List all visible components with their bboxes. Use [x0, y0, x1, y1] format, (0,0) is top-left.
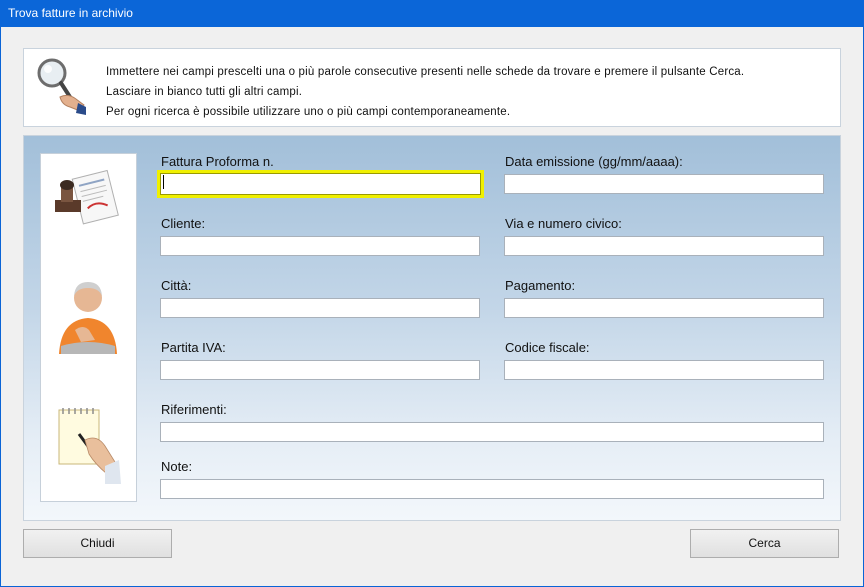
note-input[interactable]: [160, 479, 824, 499]
window-title: Trova fatture in archivio: [8, 6, 133, 20]
person-avatar-icon: [59, 282, 117, 354]
instructions-text: Immettere nei campi prescelti una o più …: [106, 62, 744, 122]
partita-iva-label: Partita IVA:: [161, 340, 226, 355]
codice-fiscale-input[interactable]: [504, 360, 824, 380]
info-panel: Immettere nei campi prescelti una o più …: [23, 48, 841, 127]
instruction-line: Per ogni ricerca è possibile utilizzare …: [106, 106, 511, 118]
citta-label: Città:: [161, 278, 192, 293]
invoice-stamp-icon: [55, 169, 119, 225]
via-input[interactable]: [504, 236, 824, 256]
search-form-panel: Fattura Proforma n. Data emissione (gg/m…: [23, 135, 841, 521]
riferimenti-label: Riferimenti:: [161, 402, 227, 417]
title-bar: Trova fatture in archivio: [0, 0, 864, 27]
writing-hand-icon: [58, 408, 121, 484]
cerca-button[interactable]: Cerca: [690, 529, 839, 558]
partita-iva-input[interactable]: [160, 360, 480, 380]
dialog-window: Immettere nei campi prescelti una o più …: [1, 27, 863, 586]
text-caret: [163, 175, 164, 189]
codice-fiscale-label: Codice fiscale:: [505, 340, 590, 355]
pagamento-input[interactable]: [504, 298, 824, 318]
chiudi-button[interactable]: Chiudi: [23, 529, 172, 558]
citta-input[interactable]: [160, 298, 480, 318]
cliente-label: Cliente:: [161, 216, 206, 231]
instruction-line: Immettere nei campi prescelti una o più …: [106, 66, 745, 78]
via-label: Via e numero civico:: [505, 216, 622, 231]
fattura-proforma-input[interactable]: [157, 170, 484, 198]
instruction-line: Lasciare in bianco tutti gli altri campi…: [106, 86, 303, 98]
riferimenti-input[interactable]: [160, 422, 824, 442]
data-emissione-label: Data emissione (gg/mm/aaaa):: [505, 154, 683, 169]
side-illustrations: [40, 153, 137, 502]
fattura-label: Fattura Proforma n.: [161, 154, 274, 169]
cliente-input[interactable]: [160, 236, 480, 256]
data-emissione-input[interactable]: [504, 174, 824, 194]
pagamento-label: Pagamento:: [505, 278, 576, 293]
note-label: Note:: [161, 459, 193, 474]
magnifier-hand-icon: [37, 58, 86, 115]
